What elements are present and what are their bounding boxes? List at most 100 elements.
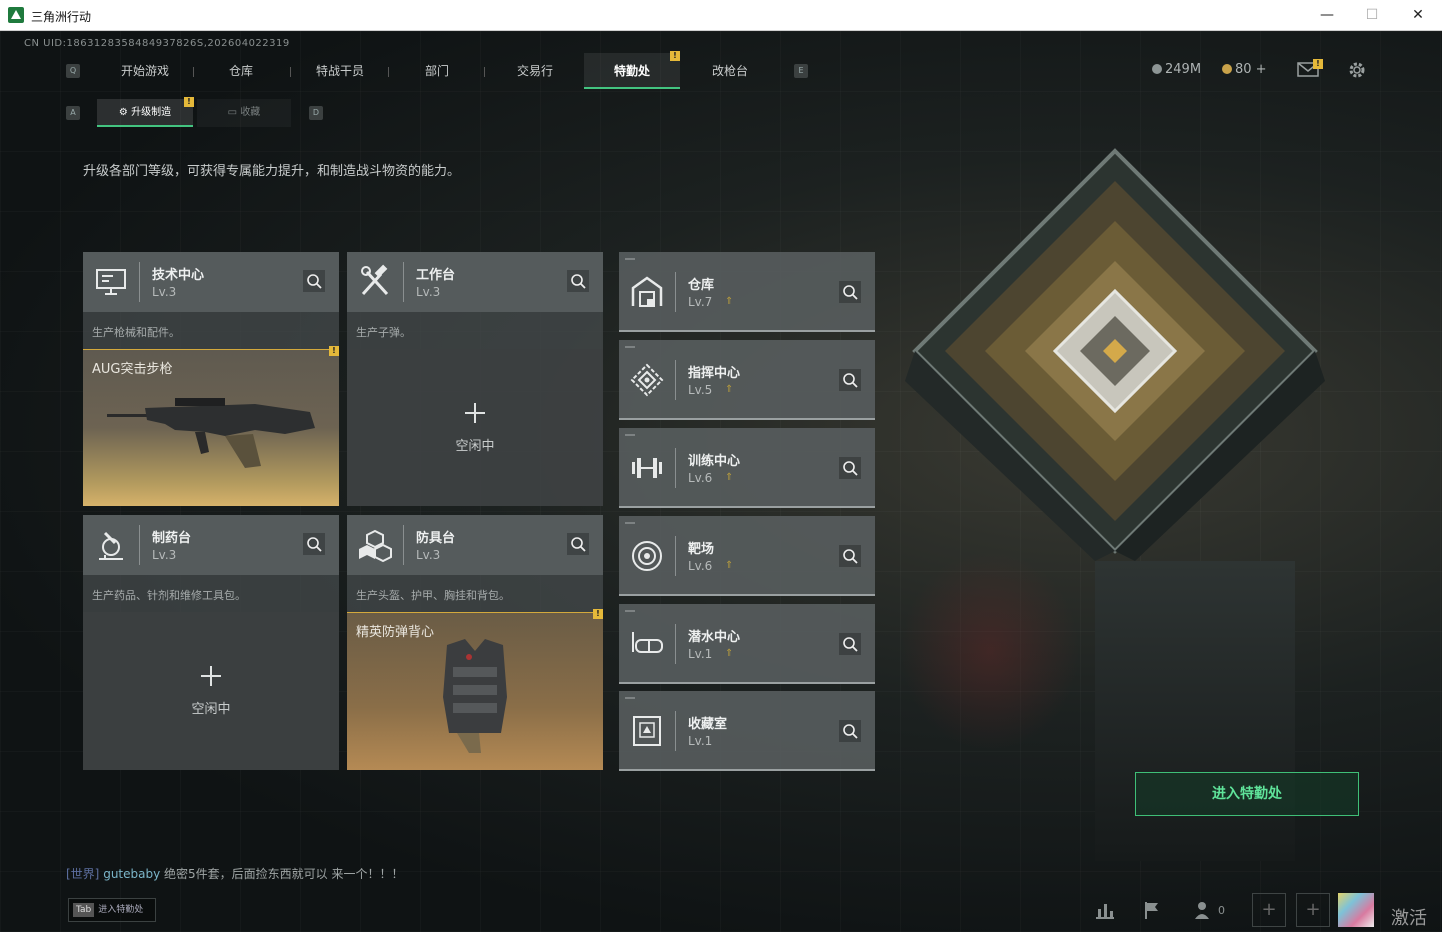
craft-icon: ⚙ — [118, 107, 132, 118]
avatar[interactable] — [1338, 893, 1374, 927]
special-ops-building-illustration — [905, 148, 1325, 561]
tab-shortcut-hint[interactable]: Tab 进入特勤处 — [68, 898, 156, 922]
department-card-shooting-range[interactable]: 靶场 Lv.6 ⇑ — [619, 516, 875, 596]
rifle-icon — [107, 398, 315, 468]
collection-room-icon — [633, 716, 661, 746]
workshop-card-armor[interactable]: 防具台 Lv.3 生产头盔、护甲、胸挂和背包。 精英防弹背心 ! — [347, 515, 603, 770]
workshop-card-workbench[interactable]: 工作台 Lv.3 生产子弹。 空闲中 — [347, 252, 603, 506]
card-title: 工作台 — [416, 268, 456, 283]
minimize-button[interactable]: — — [1304, 0, 1350, 31]
search-icon[interactable] — [567, 533, 589, 555]
search-icon[interactable] — [839, 633, 861, 655]
tab-hint-label: 进入特勤处 — [98, 905, 144, 915]
nav-department[interactable]: 部门 — [392, 53, 482, 89]
department-card-diving-center[interactable]: 潜水中心 Lv.1 ⇑ — [619, 604, 875, 684]
nav-gunsmith[interactable]: 改枪台 — [682, 53, 778, 89]
production-slot[interactable]: AUG突击步枪 ! — [83, 346, 339, 506]
department-card-collection-room[interactable]: 收藏室 Lv.1 — [619, 691, 875, 771]
stats-chart-icon[interactable] — [1094, 900, 1116, 920]
maximize-button[interactable]: ☐ — [1349, 0, 1395, 31]
upgrade-arrow-icon: ⇑ — [725, 560, 734, 571]
search-icon[interactable] — [303, 533, 325, 555]
card-title: 防具台 — [416, 531, 456, 546]
production-slot[interactable]: 精英防弹背心 ! — [347, 609, 603, 770]
tab-key: Tab — [73, 903, 95, 917]
gear-icon[interactable] — [1347, 60, 1367, 80]
tab-upgrade-craft[interactable]: ⚙ 升级制造 — [97, 99, 193, 127]
game-viewport: CN UID:1863128358484937826S,202604022319… — [0, 31, 1442, 932]
chat-message[interactable]: [世界] gutebaby 绝密5件套，后面捡东西就可以 来一个！！！ — [66, 865, 403, 882]
card-description: 生产头盔、护甲、胸挂和背包。 — [356, 589, 510, 602]
upgrade-arrow-icon: ⇑ — [725, 472, 734, 483]
card-header: 制药台 Lv.3 — [83, 515, 339, 575]
command-center-icon — [630, 363, 664, 397]
corner-mark — [625, 346, 635, 348]
search-icon[interactable] — [567, 270, 589, 292]
card-divider — [675, 360, 676, 400]
card-level: Lv.1 — [688, 734, 713, 748]
enter-special-ops-button[interactable]: 进入特勤处 — [1135, 772, 1359, 816]
card-title: 制药台 — [152, 531, 192, 546]
dumbbell-icon — [632, 458, 662, 478]
workshop-card-pharmacy[interactable]: 制药台 Lv.3 生产药品、针剂和维修工具包。 空闲中 — [83, 515, 339, 770]
tab-collection[interactable]: ▭ 收藏 — [197, 99, 291, 127]
add-slot-button[interactable]: + — [1296, 893, 1330, 927]
window-title: 三角洲行动 — [31, 10, 92, 24]
friends-icon[interactable] — [1194, 900, 1216, 920]
nav-next-key[interactable]: E — [794, 64, 808, 78]
red-glow — [900, 551, 1080, 751]
collection-icon: ▭ — [227, 107, 241, 118]
nav-special-ops[interactable]: 特勤处 — [584, 53, 680, 89]
slot-alert-badge: ! — [329, 346, 339, 356]
card-header: 工作台 Lv.3 — [347, 252, 603, 312]
friends-count: 0 — [1218, 904, 1225, 917]
add-slot-button[interactable]: + — [1252, 893, 1286, 927]
coin-value: 80 + — [1235, 62, 1267, 77]
top-nav: Q 开始游戏 仓库 特战干员 部门 交易行 特勤处 ! 改枪台 E — [62, 51, 812, 89]
card-description: 生产子弹。 — [356, 326, 411, 339]
nav-prev-key[interactable]: Q — [66, 64, 80, 78]
search-icon[interactable] — [839, 545, 861, 567]
department-card-warehouse[interactable]: 仓库 Lv.7 ⇑ — [619, 252, 875, 332]
diving-goggles-icon — [632, 632, 663, 653]
plus-icon: + — [1305, 899, 1321, 920]
card-title: 训练中心 — [688, 454, 741, 469]
page-description: 升级各部门等级，可获得专属能力提升，和制造战斗物资的能力。 — [83, 164, 461, 179]
department-card-training-center[interactable]: 训练中心 Lv.6 ⇑ — [619, 428, 875, 508]
chat-user[interactable]: gutebaby — [103, 867, 160, 881]
search-icon[interactable] — [839, 281, 861, 303]
card-title: 收藏室 — [688, 717, 728, 732]
nav-operators[interactable]: 特战干员 — [294, 53, 386, 89]
nav-start-game[interactable]: 开始游戏 — [102, 53, 188, 89]
search-icon[interactable] — [839, 720, 861, 742]
workshop-card-tech-center[interactable]: 技术中心 Lv.3 生产枪械和配件。 AUG突击步枪 ! — [83, 252, 339, 506]
nav-divider — [484, 67, 485, 77]
production-slot[interactable]: 空闲中 — [83, 612, 339, 770]
mail-alert-badge: ! — [1313, 59, 1323, 69]
nav-warehouse[interactable]: 仓库 — [198, 53, 284, 89]
microscope-icon — [99, 531, 123, 560]
building-pillar — [1095, 561, 1295, 861]
money-display[interactable]: 249M — [1152, 62, 1201, 77]
nav-trading[interactable]: 交易行 — [488, 53, 582, 89]
search-icon[interactable] — [839, 457, 861, 479]
flag-icon[interactable] — [1142, 900, 1162, 920]
search-icon[interactable] — [839, 369, 861, 391]
subtab-prev-key[interactable]: A — [66, 106, 80, 120]
production-slot[interactable]: 空闲中 — [347, 349, 603, 506]
subtab-next-key[interactable]: D — [309, 106, 323, 120]
nav-divider — [388, 67, 389, 77]
card-level: Lv.3 — [416, 548, 441, 562]
department-card-command-center[interactable]: 指挥中心 Lv.5 ⇑ — [619, 340, 875, 420]
card-level: Lv.7 — [688, 295, 713, 309]
upgrade-arrow-icon: ⇑ — [725, 296, 734, 307]
coin-display[interactable]: 80 + — [1222, 62, 1267, 77]
tab-upgrade-label: 升级制造 — [131, 107, 172, 118]
close-button[interactable]: ✕ — [1395, 0, 1441, 31]
card-header: 防具台 Lv.3 — [347, 515, 603, 575]
warehouse-icon — [631, 276, 663, 307]
search-icon[interactable] — [303, 270, 325, 292]
corner-mark — [625, 697, 635, 699]
slot-idle-label: 空闲中 — [455, 439, 495, 454]
card-level: Lv.1 — [688, 647, 713, 661]
